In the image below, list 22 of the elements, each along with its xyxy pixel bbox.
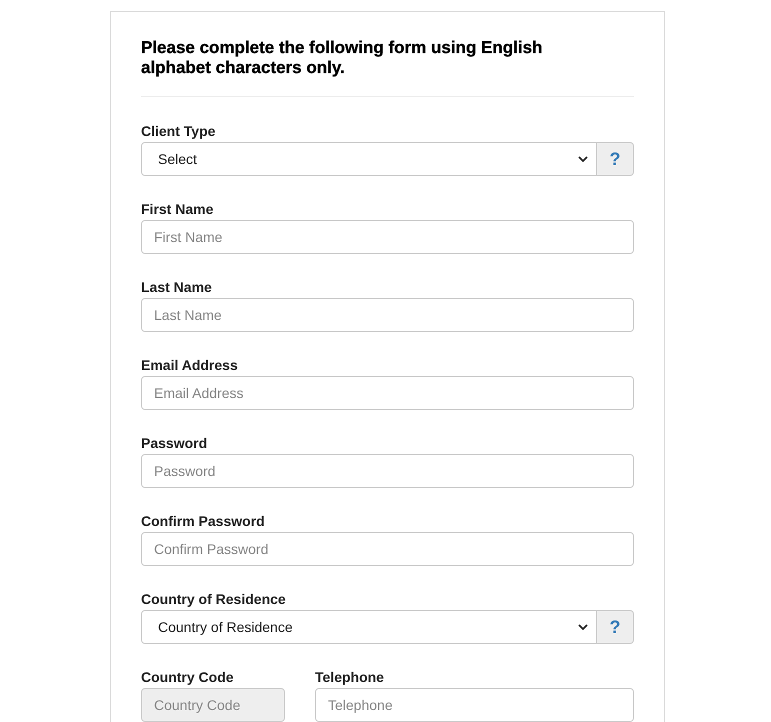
input-field[interactable]: Email Address	[141, 376, 634, 410]
field-label: Country Code	[141, 669, 235, 686]
chevron-down-icon	[578, 624, 588, 630]
input-field[interactable]: First Name	[141, 220, 634, 254]
select-field[interactable]: Country of Residence	[141, 610, 597, 644]
field-label: Telephone	[315, 669, 385, 686]
form-heading: Please complete the following form using English alphabet characters only.	[141, 38, 544, 78]
field-label: Email Address	[141, 357, 239, 374]
chevron-down-icon	[578, 156, 588, 162]
field-label: Last Name	[141, 279, 213, 296]
field-label: Country of Residence	[141, 591, 287, 608]
field-label: Confirm Password	[141, 513, 266, 530]
field-label: Password	[141, 435, 208, 452]
help-button[interactable]: ?	[597, 142, 634, 176]
field-label: Client Type	[141, 123, 216, 140]
input-field[interactable]: Password	[141, 454, 634, 488]
input-field[interactable]: Telephone	[315, 688, 634, 722]
help-button[interactable]: ?	[597, 610, 634, 644]
input-field[interactable]: Confirm Password	[141, 532, 634, 566]
field-label: First Name	[141, 201, 214, 218]
input-field[interactable]: Last Name	[141, 298, 634, 332]
select-field[interactable]: Select	[141, 142, 597, 176]
